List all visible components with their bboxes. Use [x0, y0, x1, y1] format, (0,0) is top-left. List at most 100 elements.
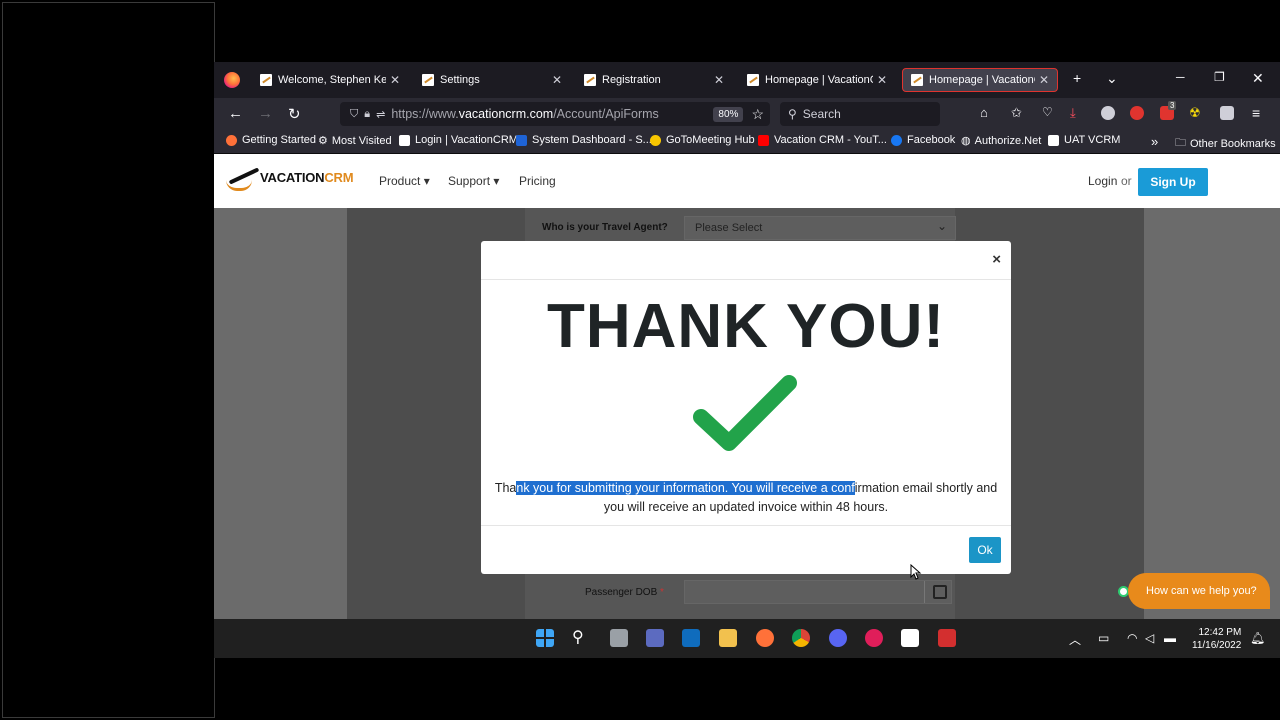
bookmark-gotomeeting[interactable]: GoToMeeting Hub	[650, 134, 755, 146]
nav-product[interactable]: Product ▾	[379, 174, 430, 188]
screen: Welcome, Stephen Kelly ✕ Settings ✕ Regi…	[214, 62, 1280, 658]
bookmark-label: Facebook	[907, 134, 956, 146]
search-icon[interactable]: ⚲	[572, 627, 584, 647]
tab-welcome[interactable]: Welcome, Stephen Kelly ✕	[252, 68, 408, 92]
radiation-icon[interactable]: ☢	[1189, 105, 1201, 121]
tab-homepage-active[interactable]: Homepage | VacationCRM ✕	[902, 68, 1058, 92]
slack-icon[interactable]	[865, 629, 883, 647]
bookmark-other[interactable]: 🗀︎ Other Bookmarks	[1175, 134, 1276, 153]
search-field[interactable]: ⚲ Search	[780, 102, 940, 126]
discord-icon[interactable]	[829, 629, 847, 647]
tab-close-icon[interactable]: ✕	[552, 73, 562, 87]
extensions-star-icon[interactable]: ✩	[1011, 105, 1022, 121]
tab-close-icon[interactable]: ✕	[714, 73, 724, 87]
passenger-dob-label: Passenger DOB *	[585, 587, 664, 598]
tab-close-icon[interactable]: ✕	[1039, 73, 1049, 87]
bookmark-getting-started[interactable]: Getting Started	[226, 134, 316, 146]
tray-chevron-up-icon[interactable]: ︿	[1069, 631, 1081, 648]
calendar-icon[interactable]	[933, 585, 947, 599]
reload-icon[interactable]: ↻	[288, 105, 301, 123]
url-prefix: https://www.	[391, 107, 459, 121]
vacationcrm-favicon-icon	[422, 74, 434, 86]
vacationcrm-favicon-icon	[911, 74, 923, 86]
tab-settings[interactable]: Settings ✕	[414, 68, 570, 92]
modal-close-icon[interactable]: ×	[992, 251, 1001, 268]
chat-widget-button[interactable]: How can we help you?	[1128, 573, 1270, 609]
bookmark-authorize-net[interactable]: ◍ Authorize.Net	[961, 134, 1042, 148]
ok-button[interactable]: Ok	[969, 537, 1001, 563]
bookmark-login[interactable]: Login | VacationCRM	[399, 134, 518, 146]
bookmark-facebook[interactable]: Facebook	[891, 134, 955, 146]
acrobat-icon[interactable]	[938, 629, 956, 647]
bookmark-label: UAT VCRM	[1064, 134, 1121, 146]
vacationcrm-logo[interactable]: VACATIONCRM	[224, 164, 354, 191]
bookmark-label: Other Bookmarks	[1190, 137, 1276, 150]
tab-title: Homepage | VacationCRM	[929, 74, 1035, 86]
sign-up-button[interactable]: Sign Up	[1138, 168, 1208, 196]
restore-icon[interactable]: ❐	[1214, 70, 1225, 84]
travel-agent-select[interactable]: Please Select	[684, 216, 956, 240]
tab-homepage[interactable]: Homepage | VacationCRM ✕	[739, 68, 895, 92]
pocket-icon[interactable]: ♡	[1042, 105, 1053, 119]
modal-header-divider	[481, 279, 1011, 280]
permissions-icon[interactable]: ⇌	[376, 108, 385, 121]
required-asterisk: *	[660, 587, 664, 598]
volume-icon[interactable]: ◁	[1145, 631, 1154, 645]
nav-pricing[interactable]: Pricing	[519, 174, 556, 188]
window-close-icon[interactable]: ✕	[1252, 70, 1264, 87]
minimize-icon[interactable]: ─	[1176, 70, 1185, 84]
windows-start-icon[interactable]	[536, 629, 554, 647]
firefox-taskbar-icon[interactable]	[756, 629, 774, 647]
back-arrow-icon[interactable]: ←	[228, 105, 243, 122]
url-text[interactable]: https://www.vacationcrm.com/Account/ApiF…	[391, 107, 713, 121]
menu-hamburger-icon[interactable]: ≡	[1252, 105, 1260, 121]
bookmark-star-icon[interactable]: ☆	[751, 106, 764, 123]
outlook-icon[interactable]	[682, 629, 700, 647]
vacationcrm-favicon-icon	[399, 134, 410, 146]
new-tab-plus-icon[interactable]: +	[1073, 70, 1081, 86]
passenger-dob-input[interactable]	[684, 580, 952, 604]
bookmark-youtube[interactable]: Vacation CRM - YouT...	[758, 134, 887, 146]
bookmarks-bar: Getting Started ⚙ Most Visited Login | Va…	[214, 130, 1280, 154]
gear-icon: ⚙	[318, 135, 328, 147]
tray-app-icon[interactable]: ▭	[1098, 631, 1109, 645]
left-black-panel	[2, 2, 215, 718]
message-text-start: Tha	[494, 481, 517, 495]
extension-s-icon[interactable]	[1101, 106, 1115, 120]
tab-registration[interactable]: Registration ✕	[576, 68, 732, 92]
tab-list-chevron-icon[interactable]: ⌄	[1106, 70, 1118, 87]
download-icon[interactable]: ⤓	[1070, 105, 1076, 121]
taskbar-clock[interactable]: 12:42 PM 11/16/2022	[1192, 626, 1241, 652]
bookmark-label: Authorize.Net	[974, 134, 1042, 147]
tab-title: Welcome, Stephen Kelly	[278, 74, 386, 86]
globe-icon: ◍	[961, 135, 971, 147]
bookmark-uat-vcrm[interactable]: UAT VCRM	[1048, 134, 1120, 146]
address-bar[interactable]: ⛉ 🔒︎ ⇌ https://www.vacationcrm.com/Accou…	[340, 102, 770, 126]
home-icon[interactable]: ⌂	[980, 105, 988, 120]
logo-text-accent: CRM	[324, 169, 354, 185]
lock-icon[interactable]: 🔒︎	[364, 108, 370, 121]
firefox-icon[interactable]	[224, 72, 240, 88]
extension-color-icon[interactable]	[1130, 106, 1144, 120]
g-app-icon[interactable]	[901, 629, 919, 647]
zoom-level[interactable]: 80%	[713, 106, 744, 122]
or-text: or	[1121, 174, 1132, 188]
shield-icon[interactable]: ⛉	[350, 108, 358, 121]
login-link[interactable]: Login	[1088, 174, 1117, 188]
snipping-tool-icon[interactable]	[646, 629, 664, 647]
bookmarks-overflow-icon[interactable]: »	[1151, 134, 1158, 149]
tab-title: Settings	[440, 74, 480, 86]
bookmark-most-visited[interactable]: ⚙ Most Visited	[318, 134, 392, 148]
task-view-icon[interactable]	[610, 629, 628, 647]
file-explorer-icon[interactable]	[719, 629, 737, 647]
tab-close-icon[interactable]: ✕	[390, 73, 400, 87]
forward-arrow-icon[interactable]: →	[258, 105, 273, 122]
bookmark-system-dashboard[interactable]: System Dashboard - S...	[516, 134, 652, 146]
notifications-bell-icon[interactable]: 🔔︎	[1250, 631, 1265, 645]
battery-icon[interactable]: ▬	[1164, 631, 1176, 645]
profile-k-icon[interactable]	[1220, 106, 1234, 120]
wifi-icon[interactable]: ◠	[1127, 631, 1137, 645]
tab-close-icon[interactable]: ✕	[877, 73, 887, 87]
nav-support[interactable]: Support ▾	[448, 174, 499, 188]
chrome-icon[interactable]	[792, 629, 810, 647]
